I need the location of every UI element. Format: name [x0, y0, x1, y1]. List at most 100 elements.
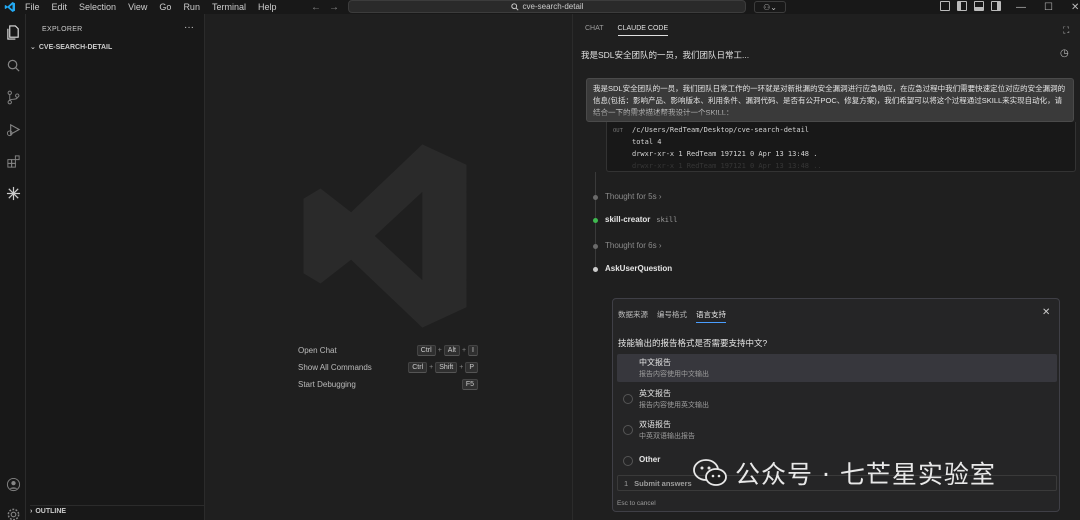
- menu-edit[interactable]: Edit: [52, 0, 68, 14]
- menu-selection[interactable]: Selection: [79, 0, 116, 14]
- tab-claude-code[interactable]: CLAUDE CODE: [617, 25, 669, 36]
- shortcut-label: Show All Commands: [298, 362, 372, 372]
- shortcut-start-debugging[interactable]: Start Debugging F5: [298, 377, 478, 391]
- key: Alt: [443, 344, 460, 356]
- ask-user-question-step: AskUserQuestion: [605, 264, 673, 273]
- skill-step[interactable]: skill-creator skill: [605, 215, 677, 224]
- minimize-icon[interactable]: —: [1016, 2, 1026, 13]
- vscode-watermark-logo-icon: [303, 144, 467, 328]
- option-bilingual-report[interactable]: 双语报告 中英双语输出报告: [617, 416, 1057, 444]
- source-control-icon[interactable]: [5, 89, 21, 105]
- option-english-report[interactable]: 英文报告 报告内容使用英文输出: [617, 385, 1057, 413]
- option-chinese-report[interactable]: 中文报告 报告内容使用中文输出: [617, 354, 1057, 382]
- key: Shift: [435, 361, 458, 373]
- success-dot: [593, 218, 598, 223]
- skill-tag: skill: [656, 216, 678, 224]
- account-icon[interactable]: [5, 476, 21, 492]
- key: F5: [461, 378, 478, 390]
- nav-arrows: ← →: [311, 0, 339, 14]
- key: I: [468, 344, 478, 356]
- menu-help[interactable]: Help: [258, 0, 277, 14]
- shortcut-open-chat[interactable]: Open Chat Ctrl + Alt + I: [298, 343, 478, 357]
- watermark-text: 公众号 · 七芒星实验室: [735, 460, 996, 489]
- chevron-down-icon: ⌄: [770, 2, 777, 12]
- key: P: [465, 361, 478, 373]
- question-tabs: 数据来源 编号格式 语言支持: [618, 309, 726, 323]
- window-controls: — ☐ ✕: [1016, 0, 1079, 14]
- option-title: 中文报告: [639, 358, 671, 367]
- shortcut-keys: Ctrl + Shift + P: [408, 361, 478, 373]
- maximize-icon[interactable]: ☐: [1044, 2, 1053, 13]
- key: Ctrl: [416, 344, 436, 356]
- chevron-right-icon: ›: [658, 192, 662, 201]
- radio[interactable]: [623, 425, 633, 435]
- option-title: 英文报告: [639, 389, 671, 398]
- claude-icon[interactable]: [5, 185, 21, 201]
- folder-cve-search-detail[interactable]: ⌄ CVE-SEARCH-DETAIL: [30, 43, 112, 52]
- thought-step[interactable]: Thought for 6s ›: [605, 241, 662, 250]
- run-debug-icon[interactable]: [5, 121, 21, 137]
- skill-name: skill-creator: [605, 215, 651, 224]
- copilot-icon: ⚇: [763, 2, 771, 12]
- option-title: Other: [639, 455, 661, 464]
- shortcut-show-all-commands[interactable]: Show All Commands Ctrl + Shift + P: [298, 360, 478, 374]
- back-arrow-icon[interactable]: ←: [311, 2, 321, 13]
- more-actions-icon[interactable]: ···: [184, 22, 194, 33]
- layout-grid-icon[interactable]: [940, 1, 950, 11]
- tab-language-support[interactable]: 语言支持: [696, 309, 726, 323]
- vscode-logo-icon: [4, 2, 15, 12]
- code-line: drwxr-xr-x 1 RedTeam 197121 0 Apr 13 13:…: [632, 162, 822, 170]
- radio[interactable]: [623, 456, 633, 466]
- outline-section[interactable]: › OUTLINE: [30, 505, 205, 515]
- explorer-title: EXPLORER: [42, 26, 83, 33]
- copilot-button[interactable]: ⚇ ⌄: [754, 1, 786, 13]
- settings-gear-icon[interactable]: [5, 506, 21, 520]
- close-icon[interactable]: ✕: [1042, 307, 1050, 318]
- expand-panel-icon[interactable]: ⛶: [1063, 25, 1069, 36]
- bash-output-block: OUT /c/Users/RedTeam/Desktop/cve-search-…: [606, 122, 1076, 172]
- search-icon[interactable]: [5, 57, 21, 73]
- radio[interactable]: [623, 394, 633, 404]
- tab-id-format[interactable]: 编号格式: [657, 309, 687, 323]
- shortcut-label: Start Debugging: [298, 379, 356, 389]
- session-title: 我是SDL安全团队的一员，我们团队日常工...: [581, 50, 750, 60]
- tab-data-source[interactable]: 数据来源: [618, 309, 648, 323]
- user-message: 我是SDL安全团队的一员，我们团队日常工作的一环就是对新批漏的安全漏洞进行应急响…: [586, 78, 1074, 122]
- outline-label: OUTLINE: [35, 508, 67, 515]
- forward-arrow-icon[interactable]: →: [329, 2, 339, 13]
- menu-terminal[interactable]: Terminal: [212, 0, 246, 14]
- chat-tabs: CHAT CLAUDE CODE: [585, 25, 669, 36]
- chat-panel: CHAT CLAUDE CODE ⛶ 我是SDL安全团队的一员，我们团队日常工.…: [573, 14, 1080, 520]
- menu-view[interactable]: View: [128, 0, 147, 14]
- menu-go[interactable]: Go: [159, 0, 171, 14]
- thought-label: Thought for 6s: [605, 241, 657, 250]
- command-center-text: cve-search-detail: [522, 2, 584, 11]
- option-desc: 报告内容使用英文输出: [639, 402, 709, 409]
- toggle-secondary-sidebar-icon[interactable]: [991, 1, 1001, 11]
- editor-area: Open Chat Ctrl + Alt + I Show All Commands…: [205, 14, 573, 520]
- history-clock-icon[interactable]: ◷: [1060, 48, 1069, 59]
- explorer-icon[interactable]: [5, 24, 21, 40]
- command-center-search[interactable]: cve-search-detail: [348, 0, 746, 13]
- menu-file[interactable]: File: [25, 0, 40, 14]
- menu-bar: File Edit Selection View Go Run Terminal…: [25, 0, 288, 14]
- tab-chat[interactable]: CHAT: [585, 25, 604, 36]
- wechat-icon: [693, 459, 727, 486]
- option-title: 双语报告: [639, 420, 671, 429]
- submit-number: 1: [624, 478, 629, 488]
- thought-step[interactable]: Thought for 5s ›: [605, 192, 662, 201]
- extensions-icon[interactable]: [5, 153, 21, 169]
- menu-run[interactable]: Run: [183, 0, 200, 14]
- toggle-panel-icon[interactable]: [974, 1, 984, 11]
- close-window-icon[interactable]: ✕: [1071, 2, 1079, 13]
- toggle-sidebar-icon[interactable]: [957, 1, 967, 11]
- activity-bar: [0, 14, 26, 520]
- chevron-down-icon: ⌄: [30, 44, 36, 51]
- title-bar: File Edit Selection View Go Run Terminal…: [0, 0, 1080, 14]
- shortcut-label: Open Chat: [298, 345, 337, 355]
- esc-hint: Esc to cancel: [617, 500, 656, 507]
- shortcut-keys: Ctrl + Alt + I: [416, 344, 478, 356]
- code-line: /c/Users/RedTeam/Desktop/cve-search-deta…: [632, 126, 810, 134]
- timeline-dot: [593, 195, 598, 200]
- code-line: drwxr-xr-x 1 RedTeam 197121 0 Apr 13 13:…: [632, 150, 818, 158]
